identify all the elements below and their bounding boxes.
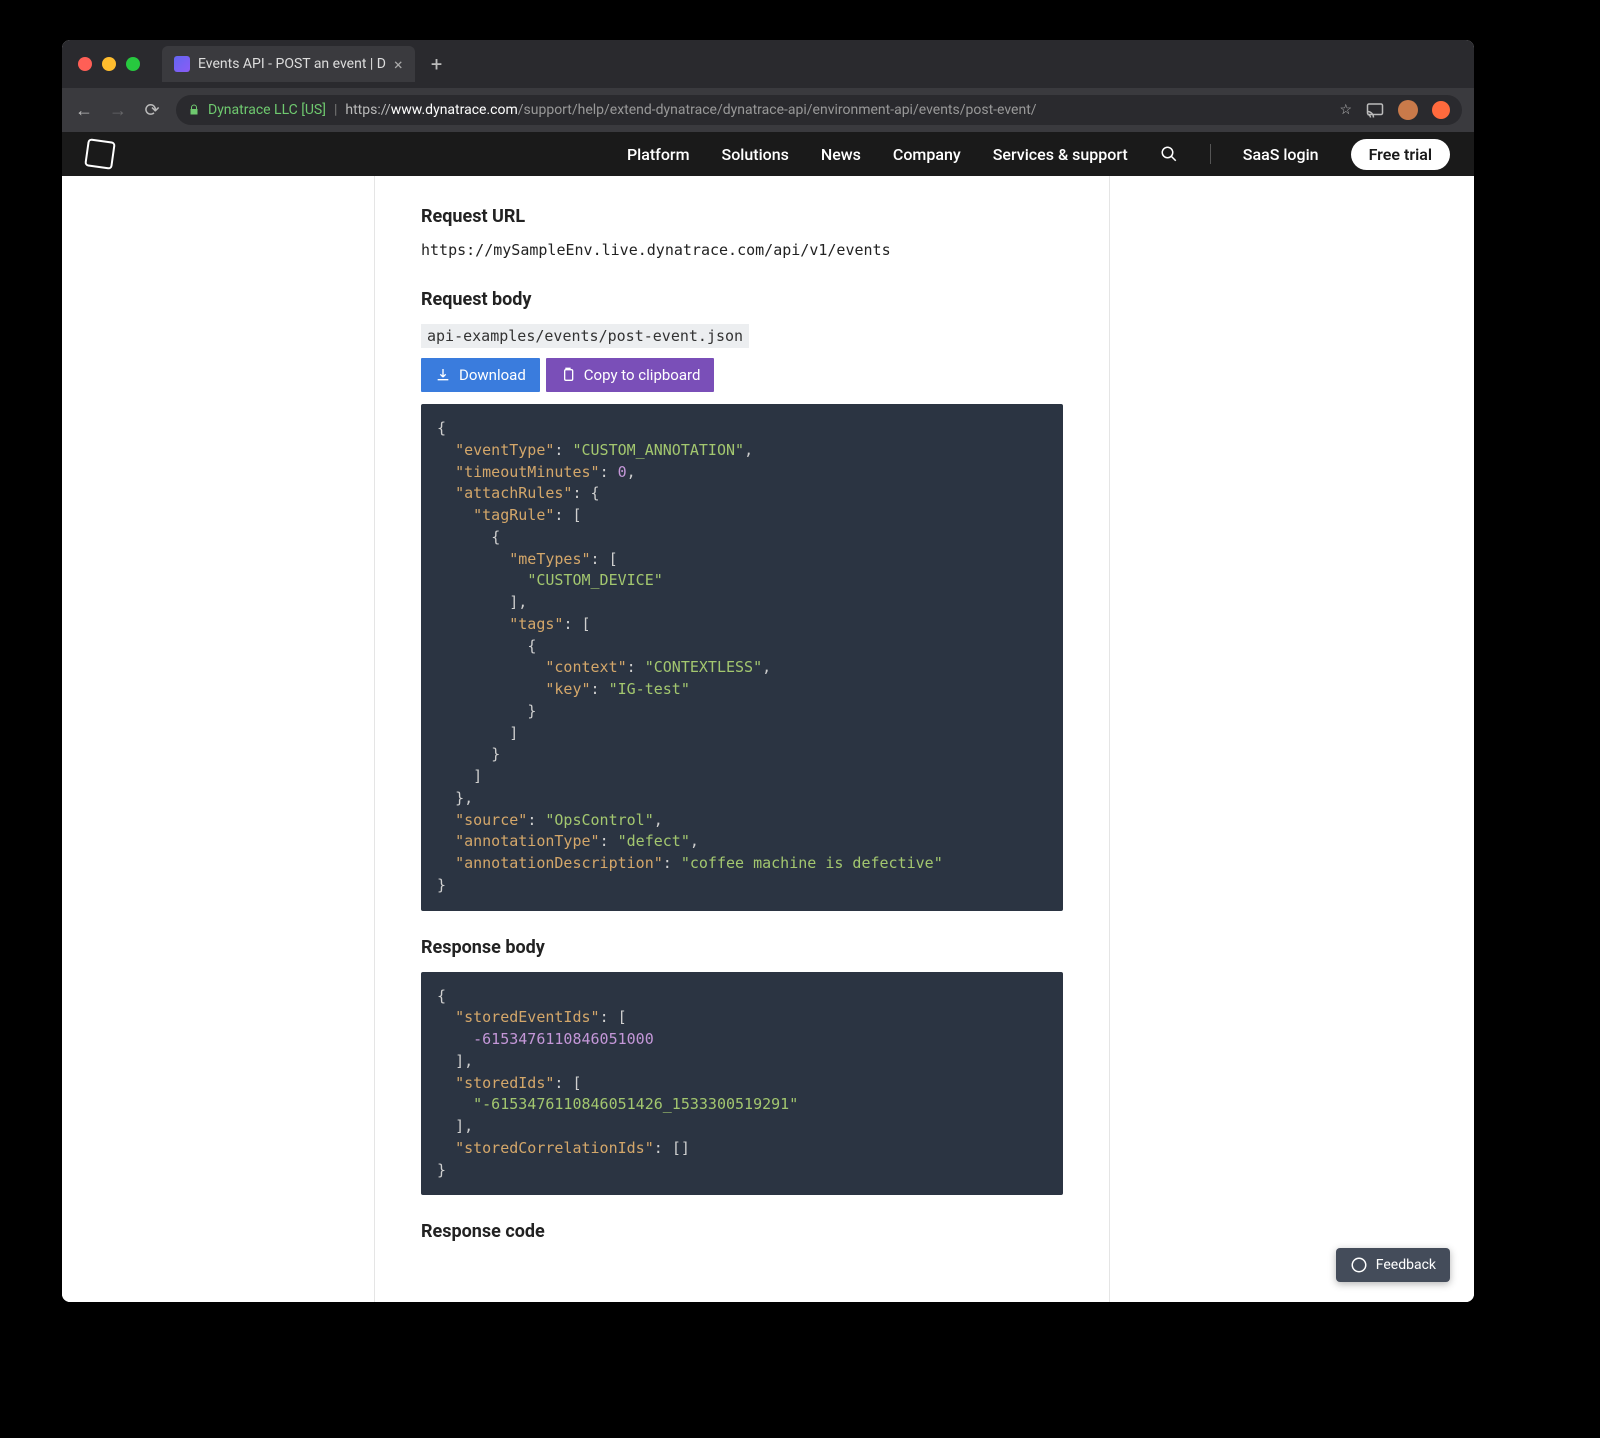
reload-button[interactable]: ⟳	[142, 100, 162, 121]
lock-icon	[188, 104, 200, 116]
star-icon[interactable]: ☆	[1339, 102, 1352, 118]
page-viewport: Request URL https://mySampleEnv.live.dyn…	[62, 176, 1474, 1302]
tab-close-icon[interactable]: ×	[394, 55, 403, 74]
nav-divider	[1210, 144, 1211, 164]
address-bar: ← → ⟳ Dynatrace LLC [US] | https://www.d…	[62, 88, 1474, 132]
feedback-button[interactable]: Feedback	[1336, 1248, 1450, 1282]
search-icon[interactable]	[1160, 145, 1178, 163]
profile-avatar[interactable]	[1398, 100, 1418, 120]
favicon-icon	[174, 56, 190, 72]
request-url-value: https://mySampleEnv.live.dynatrace.com/a…	[421, 241, 1063, 259]
maximize-window-button[interactable]	[126, 57, 140, 71]
address-url: https://www.dynatrace.com/support/help/e…	[345, 102, 1036, 118]
tab-title: Events API - POST an event | D	[198, 56, 386, 72]
extension-icon[interactable]	[1432, 101, 1450, 119]
button-row: Download Copy to clipboard	[421, 358, 1063, 392]
chat-icon	[1350, 1256, 1368, 1274]
address-separator: |	[334, 102, 337, 118]
browser-tab[interactable]: Events API - POST an event | D ×	[162, 46, 415, 82]
site-nav: Platform Solutions News Company Services…	[62, 132, 1474, 176]
browser-window: Events API - POST an event | D × + ← → ⟳…	[62, 40, 1474, 1302]
free-trial-button[interactable]: Free trial	[1351, 139, 1450, 170]
response-body-heading: Response body	[421, 937, 1063, 958]
clipboard-icon	[560, 367, 576, 383]
logo-icon[interactable]	[84, 138, 116, 170]
back-button[interactable]: ←	[74, 100, 94, 121]
download-button[interactable]: Download	[421, 358, 540, 392]
nav-news[interactable]: News	[821, 145, 861, 164]
response-code-heading: Response code	[421, 1221, 1063, 1242]
address-field[interactable]: Dynatrace LLC [US] | https://www.dynatra…	[176, 95, 1462, 125]
nav-platform[interactable]: Platform	[627, 145, 690, 164]
nav-services[interactable]: Services & support	[993, 145, 1128, 164]
address-org: Dynatrace LLC [US]	[208, 102, 326, 118]
content-column: Request URL https://mySampleEnv.live.dyn…	[374, 176, 1110, 1302]
close-window-button[interactable]	[78, 57, 92, 71]
forward-button[interactable]: →	[108, 100, 128, 121]
cast-icon[interactable]	[1366, 101, 1384, 119]
request-url-heading: Request URL	[421, 206, 1063, 227]
window-controls	[78, 57, 140, 71]
new-tab-button[interactable]: +	[425, 52, 449, 76]
copy-button[interactable]: Copy to clipboard	[546, 358, 715, 392]
minimize-window-button[interactable]	[102, 57, 116, 71]
nav-saas-login[interactable]: SaaS login	[1243, 145, 1319, 164]
download-icon	[435, 367, 451, 383]
request-body-heading: Request body	[421, 289, 1063, 310]
nav-company[interactable]: Company	[893, 145, 961, 164]
request-body-code: { "eventType": "CUSTOM_ANNOTATION", "tim…	[421, 404, 1063, 911]
file-path-chip: api-examples/events/post-event.json	[421, 324, 749, 348]
tab-bar: Events API - POST an event | D × +	[62, 40, 1474, 88]
nav-solutions[interactable]: Solutions	[722, 145, 789, 164]
response-body-code: { "storedEventIds": [ -61534761108460510…	[421, 972, 1063, 1196]
